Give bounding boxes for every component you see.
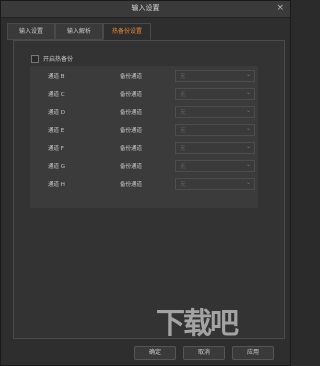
backup-channel-label: 备份通道 [120, 164, 143, 170]
select-value: 无 [180, 128, 186, 134]
select-value: 无 [180, 110, 186, 116]
channel-label: 通道 C [48, 92, 65, 98]
table-row: 通道 D 备份通道 无 ⌄ [30, 104, 258, 120]
dialog-footer: 确定 取消 应用 [1, 344, 290, 364]
backup-channel-select[interactable]: 无 ⌄ [175, 88, 255, 100]
chevron-down-icon: ⌄ [245, 125, 251, 132]
channel-label: 通道 D [48, 110, 65, 116]
backup-channel-select[interactable]: 无 ⌄ [175, 160, 255, 172]
tab-input-parsing[interactable]: 输入解析 [55, 23, 103, 40]
backup-channel-table: 通道 B 备份通道 无 ⌄ 通道 C 备份通道 无 ⌄ 通道 D 备份通道 无 … [30, 66, 258, 208]
channel-label: 通道 G [48, 164, 66, 170]
table-row: 通道 H 备份通道 无 ⌄ [30, 176, 258, 192]
select-value: 无 [180, 146, 186, 152]
backup-channel-select[interactable]: 无 ⌄ [175, 142, 255, 154]
backup-channel-select[interactable]: 无 ⌄ [175, 106, 255, 118]
channel-label: 通道 B [48, 74, 65, 80]
watermark-logo: 下载吧 [156, 306, 239, 340]
table-row: 通道 B 备份通道 无 ⌄ [30, 68, 258, 84]
channel-label: 通道 E [48, 128, 65, 134]
channel-label: 通道 F [48, 146, 64, 152]
backup-channel-select[interactable]: 无 ⌄ [175, 124, 255, 136]
ok-button[interactable]: 确定 [134, 346, 176, 360]
backup-channel-label: 备份通道 [120, 74, 143, 80]
select-value: 无 [180, 92, 186, 98]
backup-channel-label: 备份通道 [120, 92, 143, 98]
cancel-button[interactable]: 取消 [183, 346, 225, 360]
backup-channel-label: 备份通道 [120, 128, 143, 134]
enable-hot-backup-checkbox[interactable] [31, 54, 39, 63]
chevron-down-icon: ⌄ [245, 71, 251, 78]
backup-channel-select[interactable]: 无 ⌄ [175, 178, 255, 190]
tab-hot-backup[interactable]: 热备份设置 [103, 23, 151, 40]
select-value: 无 [180, 74, 186, 80]
select-value: 无 [180, 182, 186, 188]
table-row: 通道 E 备份通道 无 ⌄ [30, 122, 258, 138]
hot-backup-panel: 开启热备份 通道 B 备份通道 无 ⌄ 通道 C 备份通道 无 ⌄ 通道 D 备… [13, 40, 285, 339]
close-icon[interactable]: × [276, 2, 284, 14]
select-value: 无 [180, 164, 186, 170]
enable-hot-backup-label: 开启热备份 [43, 56, 74, 63]
apply-button[interactable]: 应用 [232, 346, 274, 360]
tab-input-settings[interactable]: 输入设置 [7, 23, 55, 40]
chevron-down-icon: ⌄ [245, 89, 251, 96]
chevron-down-icon: ⌄ [245, 143, 251, 150]
table-row: 通道 G 备份通道 无 ⌄ [30, 158, 258, 174]
backup-channel-label: 备份通道 [120, 182, 143, 188]
channel-label: 通道 H [48, 182, 65, 188]
chevron-down-icon: ⌄ [245, 107, 251, 114]
table-row: 通道 C 备份通道 无 ⌄ [30, 86, 258, 102]
window-title: 输入设置 [131, 4, 160, 12]
chevron-down-icon: ⌄ [245, 161, 251, 168]
chevron-down-icon: ⌄ [245, 179, 251, 186]
settings-window: 输入设置 × 输入设置 输入解析 热备份设置 开启热备份 通道 B 备份通道 无… [0, 0, 291, 366]
backup-channel-label: 备份通道 [120, 110, 143, 116]
backup-channel-select[interactable]: 无 ⌄ [175, 70, 255, 82]
enable-hot-backup-row[interactable]: 开启热备份 [31, 54, 73, 63]
table-row: 通道 F 备份通道 无 ⌄ [30, 140, 258, 156]
backup-channel-label: 备份通道 [120, 146, 143, 152]
title-bar: 输入设置 × [1, 1, 290, 18]
